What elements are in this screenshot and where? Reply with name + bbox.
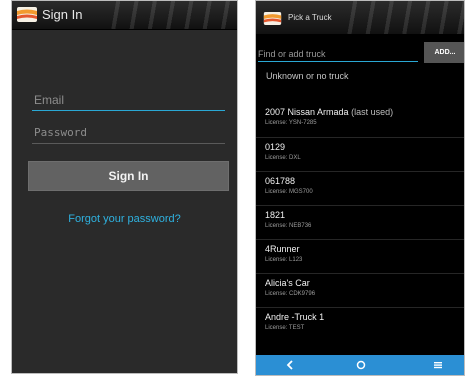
menu-icon[interactable] bbox=[432, 359, 444, 371]
list-item[interactable]: 4Runner License: L123 bbox=[256, 239, 464, 273]
screen-title: Pick a Truck bbox=[288, 13, 332, 22]
password-field[interactable] bbox=[32, 122, 225, 144]
truck-license: License: CDK9796 bbox=[265, 291, 316, 297]
list-item[interactable]: Andre -Truck 1 License: TEST bbox=[256, 307, 464, 341]
truck-license: License: TEST bbox=[265, 325, 305, 331]
app-bar-decoration bbox=[102, 1, 237, 29]
truck-license: License: NEB736 bbox=[265, 223, 312, 229]
truck-search-row: ADD... bbox=[256, 42, 464, 64]
truck-name-line: 2007 Nissan Armada (last used) bbox=[265, 107, 464, 118]
navigation-bar bbox=[256, 355, 464, 375]
last-used-label: (last used) bbox=[351, 107, 394, 117]
home-icon[interactable] bbox=[355, 359, 367, 371]
list-item[interactable]: 1821 License: NEB736 bbox=[256, 205, 464, 239]
app-logo-icon bbox=[263, 12, 282, 25]
forgot-password-link[interactable]: Forgot your password? bbox=[12, 213, 237, 225]
truck-name: 0129 bbox=[265, 142, 286, 152]
password-input[interactable] bbox=[32, 122, 225, 143]
truck-name: Alicia's Car bbox=[265, 278, 310, 288]
no-truck-option[interactable]: Unknown or no truck bbox=[266, 71, 349, 81]
app-bar: Pick a Truck bbox=[256, 1, 464, 35]
truck-name: 2007 Nissan Armada bbox=[265, 107, 349, 117]
back-icon[interactable] bbox=[284, 359, 296, 371]
list-item[interactable]: 061788 License: MGS700 bbox=[256, 171, 464, 205]
truck-name: Andre -Truck 1 bbox=[265, 312, 325, 322]
sign-in-screen: Sign In Sign In Forgot your password? bbox=[11, 0, 238, 374]
screen-title: Sign In bbox=[42, 7, 83, 22]
truck-name: 1821 bbox=[265, 210, 286, 220]
truck-name: 061788 bbox=[265, 176, 296, 186]
pick-truck-screen: Pick a Truck ADD... Unknown or no truck … bbox=[255, 0, 465, 376]
email-field[interactable] bbox=[32, 89, 225, 111]
truck-list: 2007 Nissan Armada (last used) License: … bbox=[256, 103, 464, 341]
app-bar-decoration bbox=[339, 1, 464, 34]
list-item[interactable]: Alicia's Car License: CDK9796 bbox=[256, 273, 464, 307]
app-logo-icon bbox=[17, 7, 37, 22]
add-truck-button[interactable]: ADD... bbox=[424, 42, 464, 63]
truck-name: 4Runner bbox=[265, 244, 300, 254]
list-item[interactable]: 2007 Nissan Armada (last used) License: … bbox=[256, 103, 464, 137]
truck-license: License: L123 bbox=[265, 257, 303, 263]
truck-license: License: MGS700 bbox=[265, 189, 313, 195]
sign-in-button[interactable]: Sign In bbox=[28, 161, 229, 191]
truck-search-field[interactable] bbox=[258, 44, 418, 63]
truck-search-input[interactable] bbox=[258, 45, 418, 63]
list-item[interactable]: 0129 License: DXL bbox=[256, 137, 464, 171]
truck-license: License: DXL bbox=[265, 155, 301, 161]
app-bar: Sign In bbox=[12, 1, 237, 30]
email-input[interactable] bbox=[32, 89, 225, 110]
truck-license: License: YSN-7285 bbox=[265, 120, 317, 126]
